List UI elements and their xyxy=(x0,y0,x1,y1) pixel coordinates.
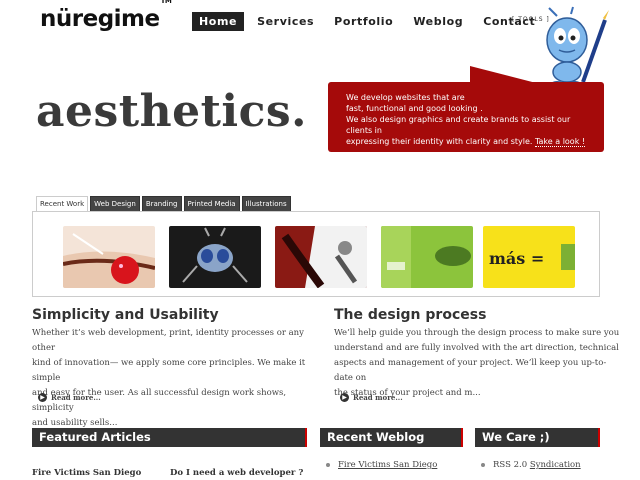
thumb-robot-bug[interactable] xyxy=(169,226,261,288)
nav-weblog[interactable]: Weblog xyxy=(406,12,470,31)
article-link-fire-victims[interactable]: Fire Victims San Diego xyxy=(32,468,141,478)
bubble-line-1: We develop websites that are xyxy=(346,93,465,102)
tab-printed-media[interactable]: Printed Media xyxy=(183,196,240,212)
article-link-web-developer[interactable]: Do I need a web developer ? xyxy=(170,468,303,478)
weblog-entry[interactable]: Fire Victims San Diego xyxy=(326,460,437,470)
design-line-1: We’ll help guide you through the design … xyxy=(334,328,620,338)
take-a-look-link[interactable]: Take a look ! xyxy=(534,137,586,147)
mas-brand-image: más = xyxy=(483,226,575,288)
hero-headline: aesthetics. xyxy=(36,86,308,137)
thumb-green-brand[interactable] xyxy=(381,226,473,288)
bullet-icon xyxy=(326,463,330,467)
figures-image xyxy=(275,226,367,288)
we-care-header: We Care ;) xyxy=(475,428,600,447)
design-process-title: The design process xyxy=(334,307,487,323)
logo-text: nüregime xyxy=(40,6,160,32)
simplicity-title: Simplicity and Usability xyxy=(32,307,219,323)
nav-services[interactable]: Services xyxy=(250,12,321,31)
tab-branding[interactable]: Branding xyxy=(141,196,182,212)
thumb-mas[interactable]: más = xyxy=(483,226,575,288)
trademark: TM xyxy=(160,0,172,6)
rss-label: RSS 2.0 xyxy=(493,460,528,470)
syndication-link[interactable]: Syndication xyxy=(530,460,581,470)
nav-home[interactable]: Home xyxy=(192,12,245,31)
portfolio-tabs: Recent Work Web Design Branding Printed … xyxy=(36,196,291,212)
simplicity-read-more[interactable]: ▶ Read more... xyxy=(38,393,101,402)
design-line-2: understand and are fully involved with t… xyxy=(334,343,619,353)
nav-portfolio[interactable]: Portfolio xyxy=(327,12,400,31)
simplicity-line-1: Whether it’s web development, print, ide… xyxy=(32,328,304,353)
weblog-header: Recent Weblog Entries xyxy=(320,428,463,463)
simplicity-text: Whether it’s web development, print, ide… xyxy=(32,326,322,431)
robot-bug-image xyxy=(169,226,261,288)
main-nav: Home Services Portfolio Weblog Contact xyxy=(192,12,548,31)
bug-mascot-icon xyxy=(546,6,609,87)
weblog-entry-link[interactable]: Fire Victims San Diego xyxy=(338,460,437,470)
design-line-3: aspects and management of your project. … xyxy=(334,358,607,383)
thumb-strawberry-cake[interactable] xyxy=(63,226,155,288)
bubble-line-2: fast, functional and good looking . xyxy=(346,104,483,113)
mas-text: más = xyxy=(489,249,544,268)
arrow-right-icon: ▶ xyxy=(340,393,349,402)
design-process-text: We’ll help guide you through the design … xyxy=(334,326,624,401)
bullet-icon xyxy=(481,463,485,467)
speech-bubble: We develop websites that are fast, funct… xyxy=(328,82,604,152)
site-logo[interactable]: nüregimeTM xyxy=(40,0,172,32)
bubble-line-4: expressing their identity with clarity a… xyxy=(346,136,590,147)
bubble-line-4-text: expressing their identity with clarity a… xyxy=(346,137,533,146)
bubble-line-3: We also design graphics and create brand… xyxy=(346,115,571,135)
green-brand-image xyxy=(381,226,473,288)
thumb-figures[interactable] xyxy=(275,226,367,288)
work-gallery: más = xyxy=(32,211,600,297)
design-read-more[interactable]: ▶ Read more... xyxy=(340,393,403,402)
strawberry-cake-image xyxy=(63,226,155,288)
tab-recent-work[interactable]: Recent Work xyxy=(36,196,89,212)
simplicity-read-more-label: Read more... xyxy=(51,393,101,402)
tab-web-design[interactable]: Web Design xyxy=(90,196,140,212)
arrow-right-icon: ▶ xyxy=(38,393,47,402)
simplicity-line-2: kind of innovation— we apply some core p… xyxy=(32,358,306,383)
rss-entry: RSS 2.0 Syndication xyxy=(481,460,581,470)
featured-articles-header: Featured Articles xyxy=(32,428,307,447)
tab-illustrations[interactable]: Illustrations xyxy=(241,196,291,212)
design-read-more-label: Read more... xyxy=(353,393,403,402)
